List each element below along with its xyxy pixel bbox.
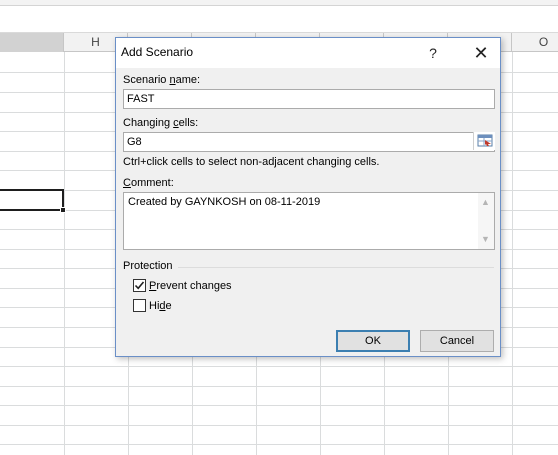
scroll-down-icon[interactable]: ▼: [481, 234, 490, 244]
prevent-changes-label[interactable]: Prevent changes: [149, 280, 232, 292]
column-header-g[interactable]: [0, 33, 64, 52]
scenario-name-input[interactable]: FAST: [123, 89, 495, 109]
changing-cells-value: G8: [127, 136, 142, 148]
fill-handle[interactable]: [60, 207, 66, 213]
checkmark-icon: [134, 281, 145, 290]
comment-scrollbar[interactable]: ▲ ▼: [478, 193, 494, 249]
grid-line: [0, 405, 558, 406]
cancel-button[interactable]: Cancel: [420, 330, 494, 352]
protection-group-divider: [178, 267, 494, 268]
ok-button[interactable]: OK: [336, 330, 410, 352]
question-mark-icon: ?: [429, 45, 437, 61]
active-cell-selection[interactable]: [0, 189, 64, 211]
grid-line: [0, 386, 558, 387]
hide-label[interactable]: Hide: [149, 300, 172, 312]
range-picker-icon: [477, 134, 493, 147]
scenario-name-label: Scenario name:: [123, 74, 201, 86]
help-button[interactable]: ?: [414, 38, 452, 68]
changing-cells-label: Changing cells:: [123, 117, 199, 129]
ribbon-edge: [0, 0, 558, 6]
collapse-dialog-button[interactable]: [473, 132, 495, 150]
comment-label: Comment:: [123, 177, 174, 189]
grid-line: [0, 366, 558, 367]
protection-group-label: Protection: [123, 260, 173, 272]
dialog-title: Add Scenario: [121, 45, 194, 59]
column-header-o[interactable]: O: [512, 33, 558, 52]
close-icon: ✕: [473, 43, 489, 63]
changing-cells-input[interactable]: G8: [123, 132, 495, 152]
prevent-changes-checkbox[interactable]: [133, 279, 146, 292]
hide-checkbox[interactable]: [133, 299, 146, 312]
dialog-titlebar[interactable]: Add Scenario ? ✕: [116, 38, 500, 68]
add-scenario-dialog: Add Scenario ? ✕ Scenario name: FAST Cha…: [115, 37, 501, 357]
grid-line: [0, 444, 558, 445]
comment-textarea[interactable]: Created by GAYNKOSH on 08-11-2019 ▲ ▼: [123, 192, 495, 250]
changing-cells-hint: Ctrl+click cells to select non-adjacent …: [123, 156, 380, 168]
scroll-up-icon[interactable]: ▲: [481, 197, 490, 207]
comment-value: Created by GAYNKOSH on 08-11-2019: [128, 196, 321, 208]
scenario-name-value: FAST: [127, 93, 155, 105]
grid-line: [0, 425, 558, 426]
close-button[interactable]: ✕: [462, 38, 500, 68]
